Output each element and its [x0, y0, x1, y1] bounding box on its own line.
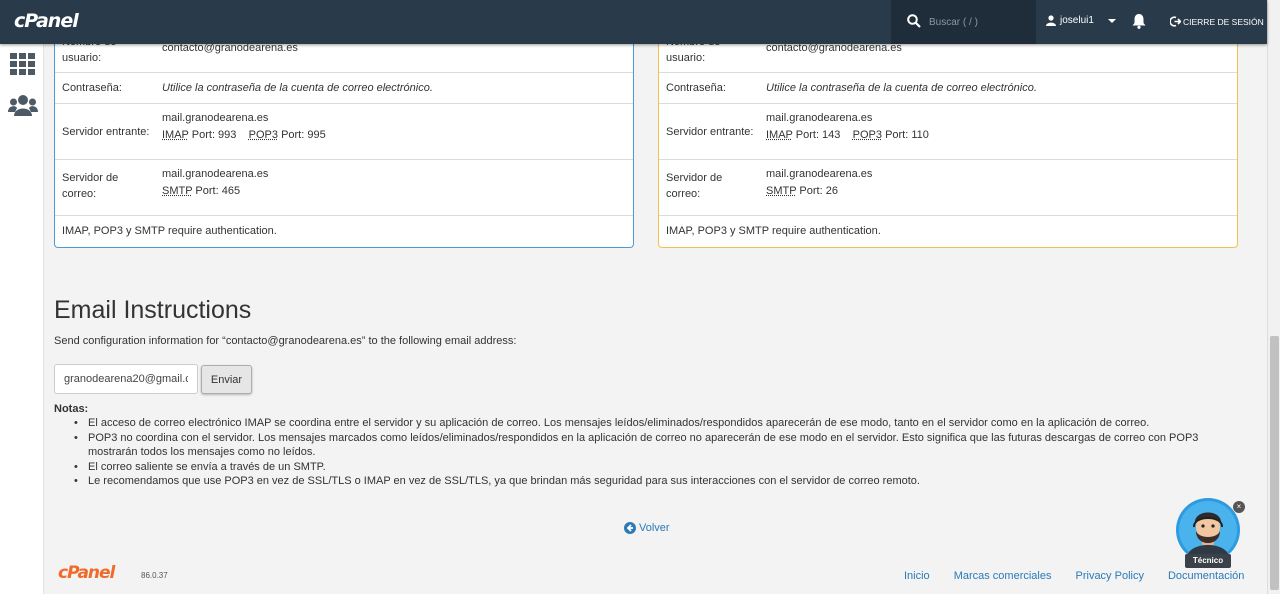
notes-list: El acceso de correo electrónico IMAP se …: [74, 416, 1234, 489]
outgoing-server-row: Servidor de correo: mail.granodearena.es …: [659, 160, 1237, 216]
users-icon[interactable]: [8, 94, 38, 116]
cpanel-logo[interactable]: cPanel: [14, 10, 79, 32]
email-address-input[interactable]: [54, 364, 198, 394]
chat-label[interactable]: Técnico: [1185, 554, 1231, 568]
password-value: Utilice la contraseña de la cuenta de co…: [766, 82, 1037, 94]
chevron-down-icon: [1107, 18, 1116, 23]
section-title: Email Instructions: [54, 296, 252, 324]
bell-icon[interactable]: [1132, 13, 1146, 29]
password-label: Contraseña:: [62, 82, 122, 94]
auth-note: IMAP, POP3 y SMTP require authentication…: [62, 225, 277, 237]
logout-icon: [1170, 16, 1181, 27]
non-ssl-settings-card: Nombre deusuario: contacto@granodearena.…: [658, 30, 1238, 248]
note-item: Le recomendamos que use POP3 en vez de S…: [74, 474, 1234, 489]
chat-close-button[interactable]: ×: [1233, 501, 1245, 513]
top-bar: cPanel joselui1 CIERRE DE SESIÓN: [0, 0, 1267, 44]
footer-link-privacy[interactable]: Privacy Policy: [1076, 570, 1144, 582]
back-label: Volver: [639, 522, 670, 534]
footer-links: Inicio Marcas comerciales Privacy Policy…: [904, 570, 1244, 582]
search-box: [891, 0, 1036, 44]
user-menu[interactable]: joselui1: [1046, 15, 1118, 26]
left-rail: [0, 44, 44, 594]
version-number: 86.0.37: [141, 571, 168, 580]
scrollbar-thumb[interactable]: [1270, 336, 1279, 590]
footer-link-home[interactable]: Inicio: [904, 570, 930, 582]
footer-cpanel-logo: cPanel: [58, 563, 115, 583]
ssl-settings-card: Nombre deusuario: contacto@granodearena.…: [54, 30, 634, 248]
incoming-server-label: Servidor entrante:: [666, 126, 754, 138]
outgoing-server-label: Servidor de correo:: [666, 172, 723, 200]
send-description: Send configuration information for “cont…: [54, 335, 517, 347]
note-item: El acceso de correo electrónico IMAP se …: [74, 416, 1234, 431]
password-row: Contraseña: Utilice la contraseña de la …: [659, 73, 1237, 104]
user-icon: [1046, 15, 1056, 26]
footer-link-trademarks[interactable]: Marcas comerciales: [954, 570, 1052, 582]
password-row: Contraseña: Utilice la contraseña de la …: [55, 73, 633, 104]
incoming-server-row: Servidor entrante: mail.granodearena.es …: [55, 104, 633, 160]
outgoing-server-row: Servidor de correo: mail.granodearena.es …: [55, 160, 633, 216]
notes-title: Notas:: [54, 403, 89, 415]
page-scrollbar[interactable]: [1267, 0, 1280, 594]
incoming-server-value: mail.granodearena.es IMAP Port: 993 POP3…: [162, 112, 326, 141]
send-button[interactable]: Enviar: [201, 365, 252, 394]
outgoing-server-value: mail.granodearena.es SMTP Port: 26: [766, 168, 873, 197]
apps-grid-icon[interactable]: [10, 53, 36, 75]
outgoing-server-value: mail.granodearena.es SMTP Port: 465: [162, 168, 269, 197]
auth-note: IMAP, POP3 y SMTP require authentication…: [666, 225, 881, 237]
password-label: Contraseña:: [666, 82, 726, 94]
search-input[interactable]: [929, 13, 1029, 31]
logout-label: CIERRE DE SESIÓN: [1183, 16, 1264, 27]
arrow-left-circle-icon: [624, 522, 636, 534]
password-value: Utilice la contraseña de la cuenta de co…: [162, 82, 433, 94]
outgoing-server-label: Servidor de correo:: [62, 172, 119, 200]
back-link[interactable]: Volver: [624, 522, 670, 534]
note-item: POP3 no coordina con el servidor. Los me…: [74, 431, 1234, 460]
incoming-server-label: Servidor entrante:: [62, 126, 150, 138]
logout-button[interactable]: CIERRE DE SESIÓN: [1170, 16, 1264, 27]
incoming-server-row: Servidor entrante: mail.granodearena.es …: [659, 104, 1237, 160]
incoming-server-value: mail.granodearena.es IMAP Port: 143 POP3…: [766, 112, 929, 141]
footer-link-docs[interactable]: Documentación: [1168, 570, 1244, 582]
auth-note-row: IMAP, POP3 y SMTP require authentication…: [659, 216, 1237, 247]
username: joselui1: [1060, 15, 1094, 26]
search-icon[interactable]: [907, 14, 921, 28]
note-item: El correo saliente se envía a través de …: [74, 460, 1234, 475]
auth-note-row: IMAP, POP3 y SMTP require authentication…: [55, 216, 633, 247]
